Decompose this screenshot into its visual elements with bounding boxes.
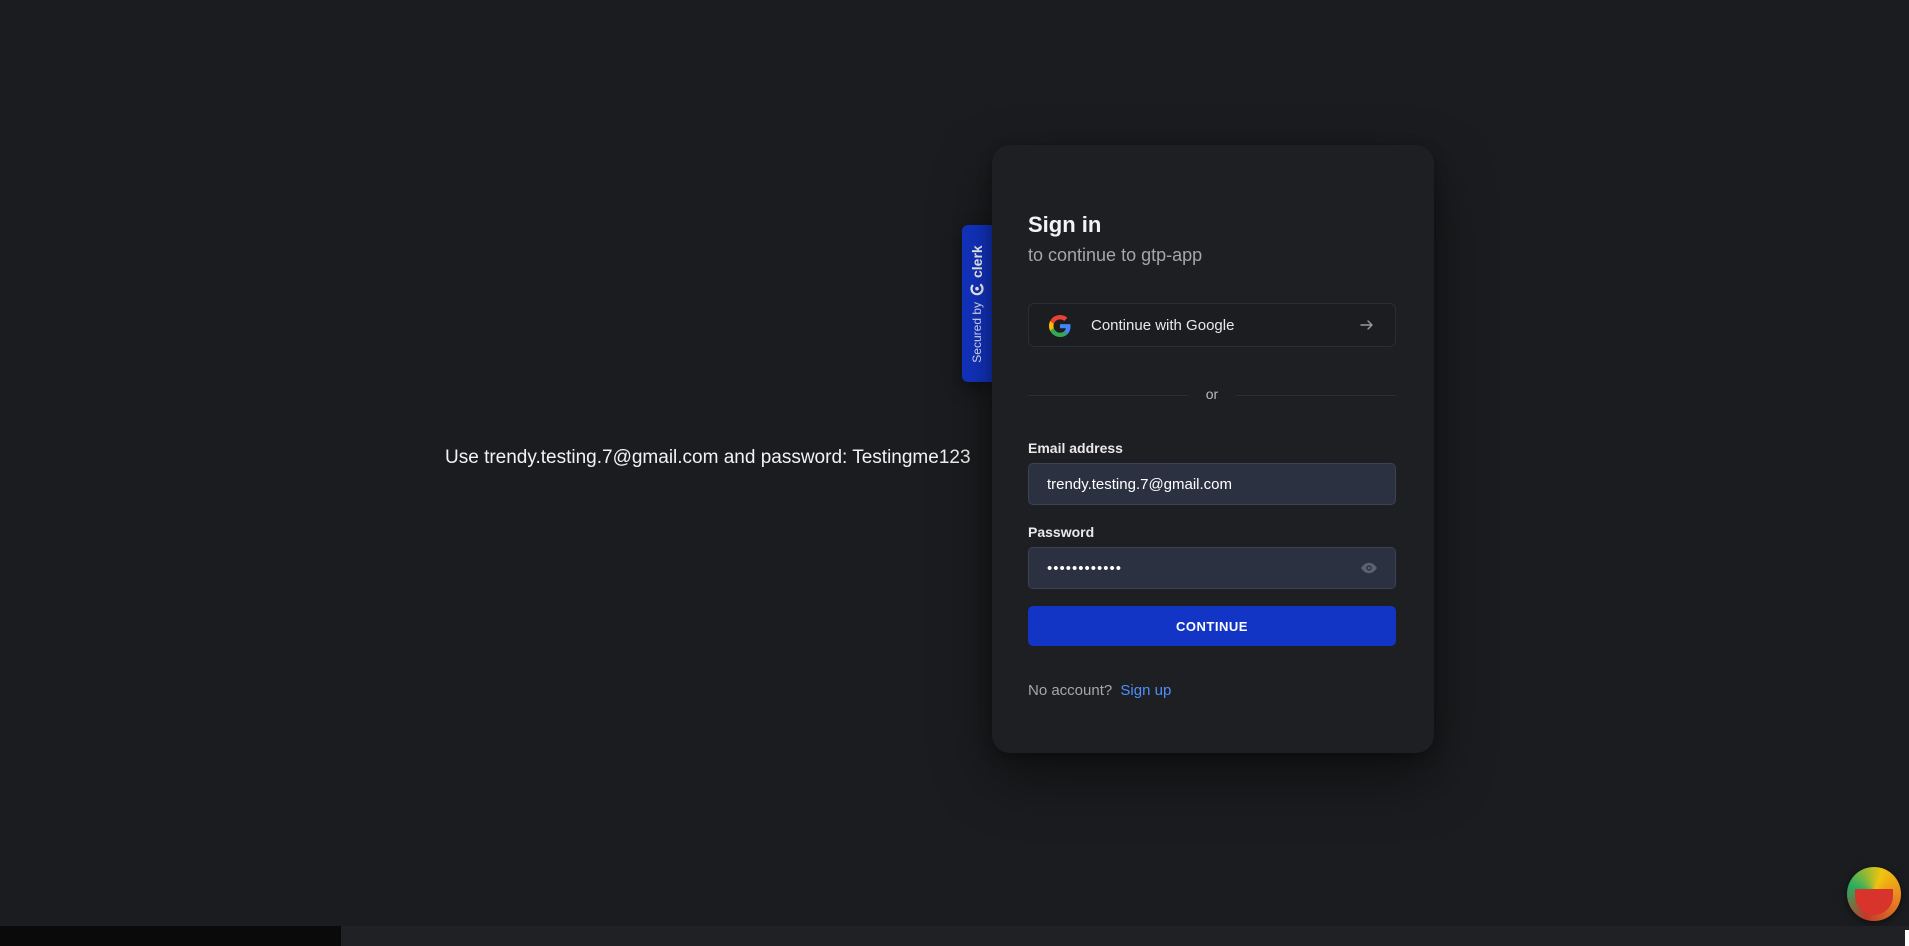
bottom-bar-dark-segment <box>0 926 341 946</box>
clerk-brand-text: clerk <box>969 244 985 278</box>
divider-line-right <box>1236 395 1396 396</box>
sign-up-link[interactable]: Sign up <box>1120 682 1171 699</box>
email-label: Email address <box>1028 440 1123 456</box>
google-button-label: Continue with Google <box>1091 317 1235 334</box>
password-field[interactable] <box>1028 547 1396 589</box>
no-account-text: No account? <box>1028 682 1113 699</box>
password-label: Password <box>1028 524 1095 540</box>
page-title: Sign in <box>1028 212 1102 237</box>
eye-icon[interactable] <box>1360 559 1378 577</box>
email-field[interactable] <box>1028 463 1396 505</box>
bottom-bar-marker <box>1905 930 1909 946</box>
page: Use trendy.testing.7@gmail.com and passw… <box>0 0 1909 946</box>
bottom-bar <box>0 926 1909 946</box>
divider-line-left <box>1028 395 1188 396</box>
credentials-hint: Use trendy.testing.7@gmail.com and passw… <box>445 447 971 468</box>
clerk-logo-icon <box>970 281 984 296</box>
badge-content: Secured by clerk <box>969 245 985 362</box>
sign-in-card: Sign in to continue to gtp-app Continue … <box>992 145 1434 753</box>
sign-up-prompt: No account? Sign up <box>1028 682 1171 699</box>
clerk-logo: clerk <box>969 245 985 296</box>
google-icon <box>1049 315 1071 337</box>
floating-assistant-button[interactable] <box>1847 867 1901 921</box>
arrow-right-icon <box>1360 320 1373 330</box>
continue-button[interactable]: CONTINUE <box>1028 606 1396 646</box>
divider-or: or <box>1205 386 1219 402</box>
secured-by-label: Secured by <box>970 301 984 363</box>
page-subtitle: to continue to gtp-app <box>1028 245 1203 265</box>
continue-with-google-button[interactable]: Continue with Google <box>1028 303 1396 347</box>
secured-by-clerk-badge[interactable]: Secured by clerk <box>962 225 992 382</box>
